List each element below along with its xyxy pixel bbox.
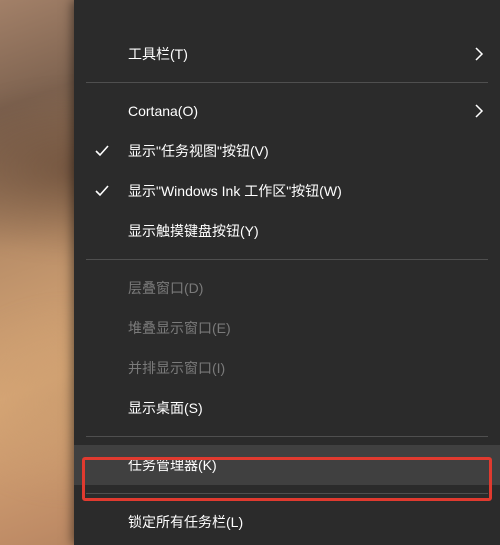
menu-separator	[86, 436, 488, 437]
menu-item-cortana[interactable]: Cortana(O)	[74, 91, 500, 131]
menu-item-show-desktop[interactable]: 显示桌面(S)	[74, 388, 500, 428]
check-icon	[94, 183, 110, 199]
menu-item-label: 层叠窗口(D)	[128, 278, 203, 298]
menu-separator	[86, 493, 488, 494]
menu-item-show-windows-ink[interactable]: 显示"Windows Ink 工作区"按钮(W)	[74, 171, 500, 211]
menu-item-show-task-view[interactable]: 显示"任务视图"按钮(V)	[74, 131, 500, 171]
menu-item-label: 显示桌面(S)	[128, 398, 203, 418]
menu-item-side-by-side: 并排显示窗口(I)	[74, 348, 500, 388]
menu-item-lock-taskbars[interactable]: 锁定所有任务栏(L)	[74, 502, 500, 542]
menu-item-label: 任务管理器(K)	[128, 455, 217, 475]
menu-item-stack-windows: 堆叠显示窗口(E)	[74, 308, 500, 348]
menu-separator	[86, 82, 488, 83]
menu-item-label: 显示"任务视图"按钮(V)	[128, 141, 269, 161]
check-icon	[94, 143, 110, 159]
menu-item-label: 工具栏(T)	[128, 44, 188, 64]
menu-item-show-touch-keyboard[interactable]: 显示触摸键盘按钮(Y)	[74, 211, 500, 251]
chevron-right-icon	[474, 104, 484, 118]
menu-item-label: 堆叠显示窗口(E)	[128, 318, 231, 338]
menu-separator	[86, 259, 488, 260]
menu-item-cascade-windows: 层叠窗口(D)	[74, 268, 500, 308]
menu-item-toolbars[interactable]: 工具栏(T)	[74, 34, 500, 74]
menu-item-task-manager[interactable]: 任务管理器(K)	[74, 445, 500, 485]
menu-item-label: 显示"Windows Ink 工作区"按钮(W)	[128, 181, 342, 201]
menu-item-label: Cortana(O)	[128, 103, 198, 119]
chevron-right-icon	[474, 47, 484, 61]
menu-item-label: 并排显示窗口(I)	[128, 358, 225, 378]
menu-item-label: 显示触摸键盘按钮(Y)	[128, 221, 259, 241]
taskbar-context-menu: 工具栏(T) Cortana(O) 显示"任务视图"按钮(V) 显示"Windo…	[74, 0, 500, 545]
menu-item-label: 锁定所有任务栏(L)	[128, 512, 243, 532]
